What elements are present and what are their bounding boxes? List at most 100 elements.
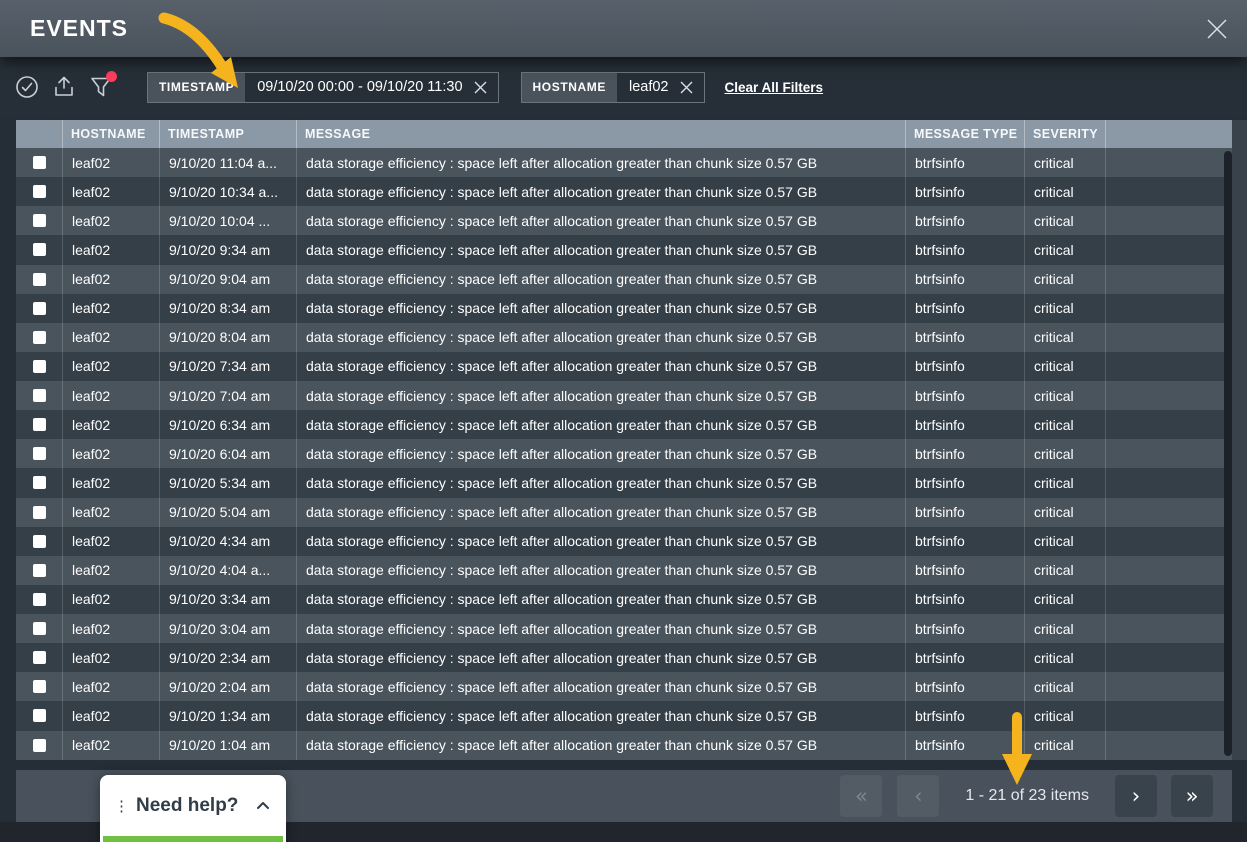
table-body: leaf02 9/10/20 11:04 a... data storage eff… (16, 148, 1232, 760)
help-accent-bar (103, 836, 283, 842)
empty-cell (1105, 468, 1232, 498)
timestamp-cell: 9/10/20 8:34 am (159, 293, 296, 323)
timestamp-cell: 9/10/20 5:34 am (159, 468, 296, 498)
title-bar: EVENTS (0, 0, 1247, 57)
remove-timestamp-filter-icon[interactable] (473, 73, 498, 102)
message-cell: data storage efficiency : space left aft… (296, 614, 905, 644)
row-checkbox[interactable] (32, 185, 46, 199)
row-checkbox[interactable] (32, 301, 46, 315)
need-help-button[interactable]: ⋮ Need help? (100, 775, 286, 842)
row-checkbox[interactable] (32, 505, 46, 519)
empty-cell (1105, 730, 1232, 760)
row-checkbox[interactable] (32, 709, 46, 723)
row-select-cell (16, 439, 62, 468)
timestamp-cell: 9/10/20 2:04 am (159, 672, 296, 702)
severity-cell: critical (1024, 322, 1105, 352)
table-row: leaf02 9/10/20 9:04 am data storage effici… (16, 264, 1232, 294)
remove-hostname-filter-icon[interactable] (679, 73, 704, 102)
severity-cell: critical (1024, 643, 1105, 673)
row-checkbox[interactable] (32, 476, 46, 490)
column-header-hostname[interactable]: HOSTNAME (62, 120, 159, 148)
row-select-cell (16, 614, 62, 643)
message-cell: data storage efficiency : space left aft… (296, 322, 905, 352)
row-select-cell (16, 206, 62, 235)
close-icon[interactable] (1205, 17, 1229, 41)
row-checkbox[interactable] (32, 272, 46, 286)
empty-cell (1105, 322, 1232, 352)
empty-cell (1105, 439, 1232, 469)
table-row: leaf02 9/10/20 3:04 am data storage effici… (16, 614, 1232, 644)
hostname-cell: leaf02 (62, 555, 159, 585)
upload-icon[interactable] (51, 74, 77, 100)
column-header-message[interactable]: MESSAGE (296, 120, 905, 148)
table-header-row: HOSTNAME TIMESTAMP MESSAGE MESSAGE TYPE … (16, 120, 1232, 148)
column-header-empty (1105, 120, 1232, 148)
row-checkbox[interactable] (32, 156, 46, 170)
message-type-cell: btrfsinfo (905, 439, 1024, 469)
row-select-cell (16, 585, 62, 614)
message-type-cell: btrfsinfo (905, 410, 1024, 440)
table-row: leaf02 9/10/20 5:04 am data storage effici… (16, 497, 1232, 527)
message-type-cell: btrfsinfo (905, 235, 1024, 265)
message-type-cell: btrfsinfo (905, 148, 1024, 178)
column-header-message-type[interactable]: MESSAGE TYPE (905, 120, 1024, 148)
hostname-cell: leaf02 (62, 322, 159, 352)
select-all-icon[interactable] (14, 74, 40, 100)
empty-cell (1105, 614, 1232, 644)
row-checkbox[interactable] (32, 214, 46, 228)
timestamp-cell: 9/10/20 7:34 am (159, 351, 296, 381)
hostname-cell: leaf02 (62, 730, 159, 760)
message-type-cell: btrfsinfo (905, 177, 1024, 207)
next-page-button[interactable]: › (1115, 775, 1157, 817)
empty-cell (1105, 351, 1232, 381)
message-cell: data storage efficiency : space left aft… (296, 643, 905, 673)
row-checkbox[interactable] (32, 243, 46, 257)
row-checkbox[interactable] (32, 359, 46, 373)
hostname-cell: leaf02 (62, 701, 159, 731)
empty-cell (1105, 264, 1232, 294)
row-checkbox[interactable] (32, 447, 46, 461)
timestamp-cell: 9/10/20 1:04 am (159, 730, 296, 760)
column-header-severity[interactable]: SEVERITY (1024, 120, 1105, 148)
row-checkbox[interactable] (32, 534, 46, 548)
timestamp-cell: 9/10/20 6:04 am (159, 439, 296, 469)
filter-icon[interactable] (88, 71, 117, 100)
hostname-cell: leaf02 (62, 643, 159, 673)
clear-all-filters-link[interactable]: Clear All Filters (725, 80, 824, 95)
row-select-cell (16, 381, 62, 410)
message-cell: data storage efficiency : space left aft… (296, 701, 905, 731)
row-checkbox[interactable] (32, 563, 46, 577)
row-select-cell (16, 294, 62, 323)
row-checkbox[interactable] (32, 592, 46, 606)
message-cell: data storage efficiency : space left aft… (296, 497, 905, 527)
empty-cell (1105, 148, 1232, 178)
message-type-cell: btrfsinfo (905, 468, 1024, 498)
last-page-button[interactable]: » (1171, 775, 1213, 817)
hostname-cell: leaf02 (62, 672, 159, 702)
row-select-cell (16, 265, 62, 294)
timestamp-cell: 9/10/20 7:04 am (159, 381, 296, 411)
row-checkbox[interactable] (32, 622, 46, 636)
need-help-label: Need help? (136, 794, 239, 816)
row-select-cell (16, 323, 62, 352)
first-page-button[interactable]: « (840, 775, 883, 817)
column-header-timestamp[interactable]: TIMESTAMP (159, 120, 296, 148)
message-type-cell: btrfsinfo (905, 584, 1024, 614)
row-checkbox[interactable] (32, 680, 46, 694)
vertical-scrollbar[interactable] (1224, 151, 1232, 756)
previous-page-button[interactable]: ‹ (897, 775, 940, 817)
select-column-header (16, 120, 62, 148)
row-checkbox[interactable] (32, 389, 46, 403)
severity-cell: critical (1024, 293, 1105, 323)
row-checkbox[interactable] (32, 330, 46, 344)
row-checkbox[interactable] (32, 651, 46, 665)
table-row: leaf02 9/10/20 7:34 am data storage effici… (16, 351, 1232, 381)
message-cell: data storage efficiency : space left aft… (296, 410, 905, 440)
empty-cell (1105, 526, 1232, 556)
message-cell: data storage efficiency : space left aft… (296, 468, 905, 498)
row-checkbox[interactable] (32, 738, 46, 752)
row-checkbox[interactable] (32, 418, 46, 432)
hostname-cell: leaf02 (62, 439, 159, 469)
severity-cell: critical (1024, 439, 1105, 469)
row-select-cell (16, 235, 62, 264)
